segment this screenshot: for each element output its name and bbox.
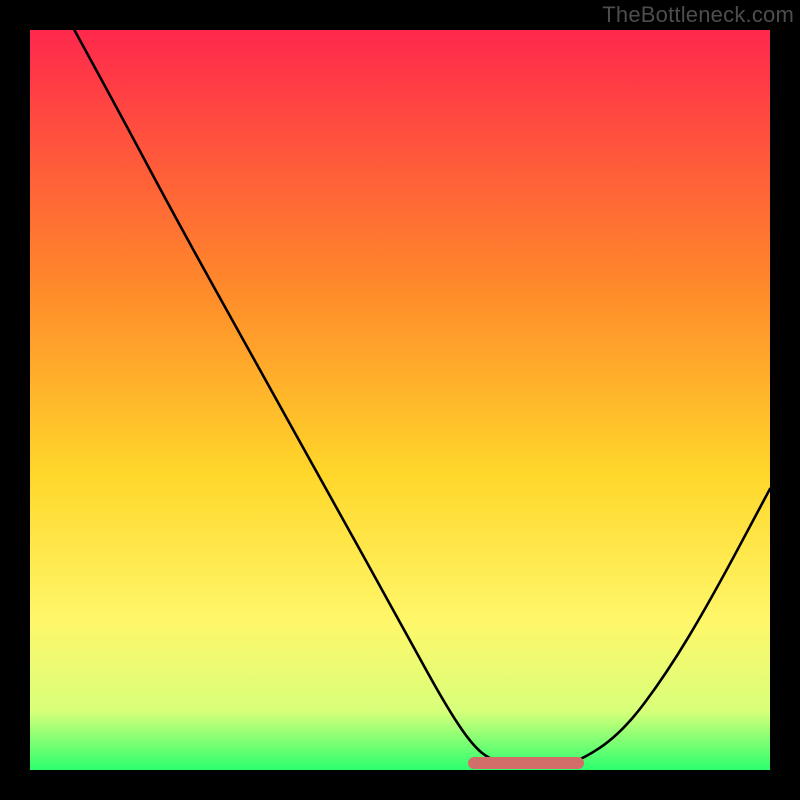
plot-area [30, 30, 770, 770]
watermark-text: TheBottleneck.com [602, 2, 794, 28]
background-gradient [30, 30, 770, 770]
highlighted-range-marker [468, 757, 584, 769]
chart-frame: TheBottleneck.com [0, 0, 800, 800]
